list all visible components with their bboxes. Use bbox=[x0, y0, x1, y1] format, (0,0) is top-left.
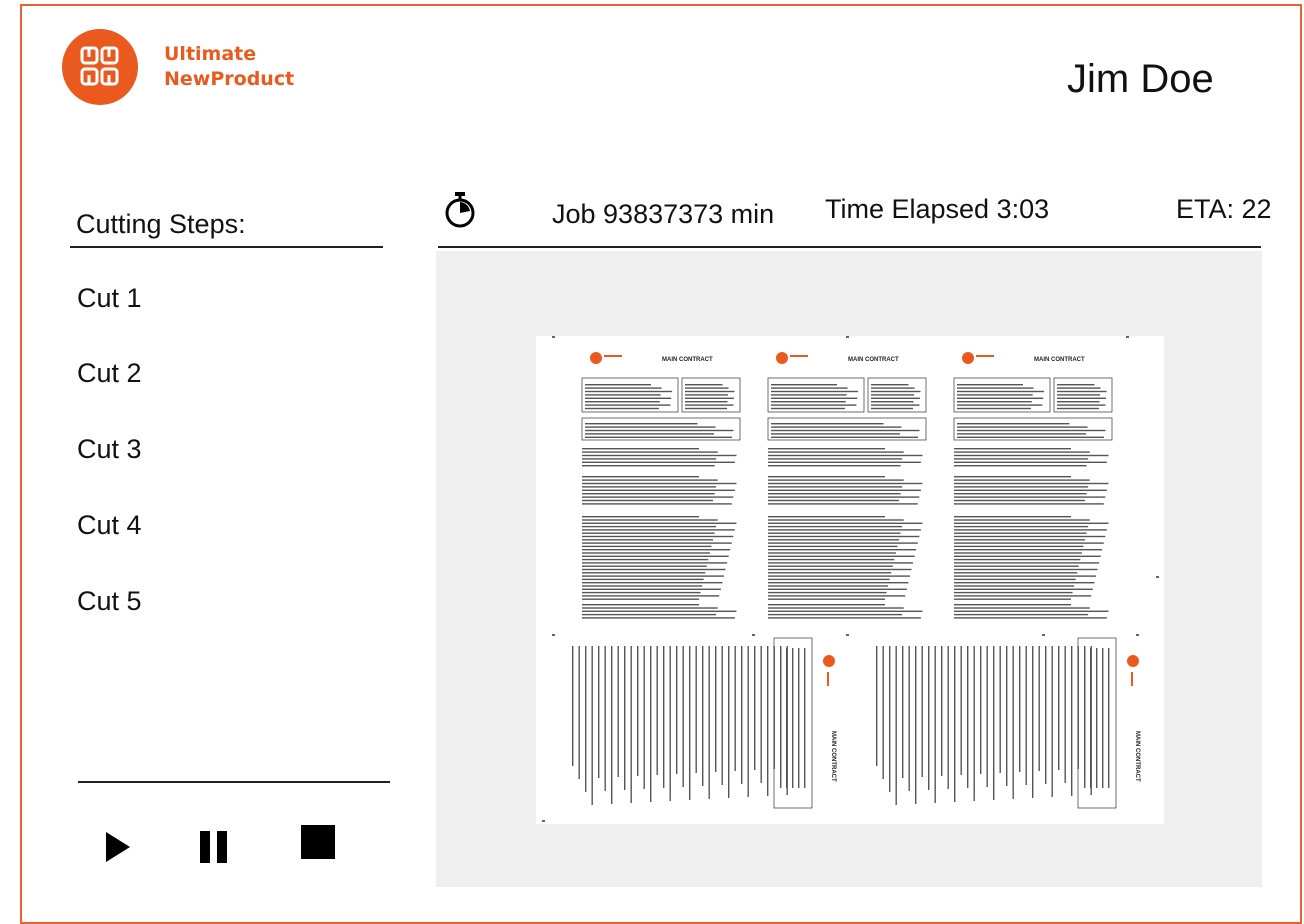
stop-button[interactable] bbox=[301, 825, 335, 864]
svg-text:MAIN CONTRACT: MAIN CONTRACT bbox=[830, 731, 836, 782]
step-cut-2[interactable]: Cut 2 bbox=[77, 358, 142, 389]
stopwatch-icon bbox=[443, 190, 477, 235]
time-elapsed: Time Elapsed 3:03 bbox=[825, 194, 1050, 224]
controls-divider bbox=[78, 781, 390, 783]
contract-page-preview: MAIN CONTRACT bbox=[572, 637, 836, 809]
step-cut-3[interactable]: Cut 3 bbox=[77, 434, 142, 465]
brand-line-1: Ultimate bbox=[164, 43, 257, 65]
contract-page-preview: MAIN CONTRACT bbox=[767, 352, 927, 619]
pause-button[interactable] bbox=[198, 830, 230, 869]
contract-page-preview: MAIN CONTRACT bbox=[581, 352, 741, 619]
brand-line-2: NewProduct bbox=[164, 68, 295, 90]
brand-name: Ultimate NewProduct bbox=[164, 42, 294, 92]
pause-icon bbox=[200, 831, 227, 863]
sheet-layout-graphic: MAIN CONTRACT MAIN CONTRACT MAIN CONTRACT M… bbox=[542, 336, 1159, 822]
contract-page-preview: MAIN CONTRACT bbox=[953, 352, 1113, 619]
stop-icon bbox=[301, 825, 335, 859]
job-id: Job 93837373 min bbox=[552, 199, 775, 229]
steps-divider bbox=[70, 246, 383, 248]
contract-page-preview: MAIN CONTRACT bbox=[876, 637, 1140, 809]
step-cut-4[interactable]: Cut 4 bbox=[77, 510, 142, 541]
step-cut-5[interactable]: Cut 5 bbox=[77, 586, 142, 617]
print-sheet-preview: MAIN CONTRACT MAIN CONTRACT MAIN CONTRACT M… bbox=[536, 336, 1164, 824]
play-button[interactable] bbox=[104, 830, 132, 869]
job-divider bbox=[438, 246, 1261, 248]
step-cut-1[interactable]: Cut 1 bbox=[77, 283, 142, 314]
svg-text:MAIN CONTRACT: MAIN CONTRACT bbox=[848, 357, 899, 363]
svg-text:MAIN CONTRACT: MAIN CONTRACT bbox=[662, 357, 713, 363]
user-name[interactable]: Jim Doe bbox=[1067, 57, 1214, 102]
svg-text:MAIN CONTRACT: MAIN CONTRACT bbox=[1134, 731, 1140, 782]
cutting-steps-title: Cutting Steps: bbox=[76, 209, 246, 239]
eta: ETA: 22 bbox=[1176, 194, 1272, 224]
svg-text:MAIN CONTRACT: MAIN CONTRACT bbox=[1034, 357, 1085, 363]
brand-logo-icon bbox=[62, 29, 138, 105]
play-icon bbox=[106, 832, 130, 862]
